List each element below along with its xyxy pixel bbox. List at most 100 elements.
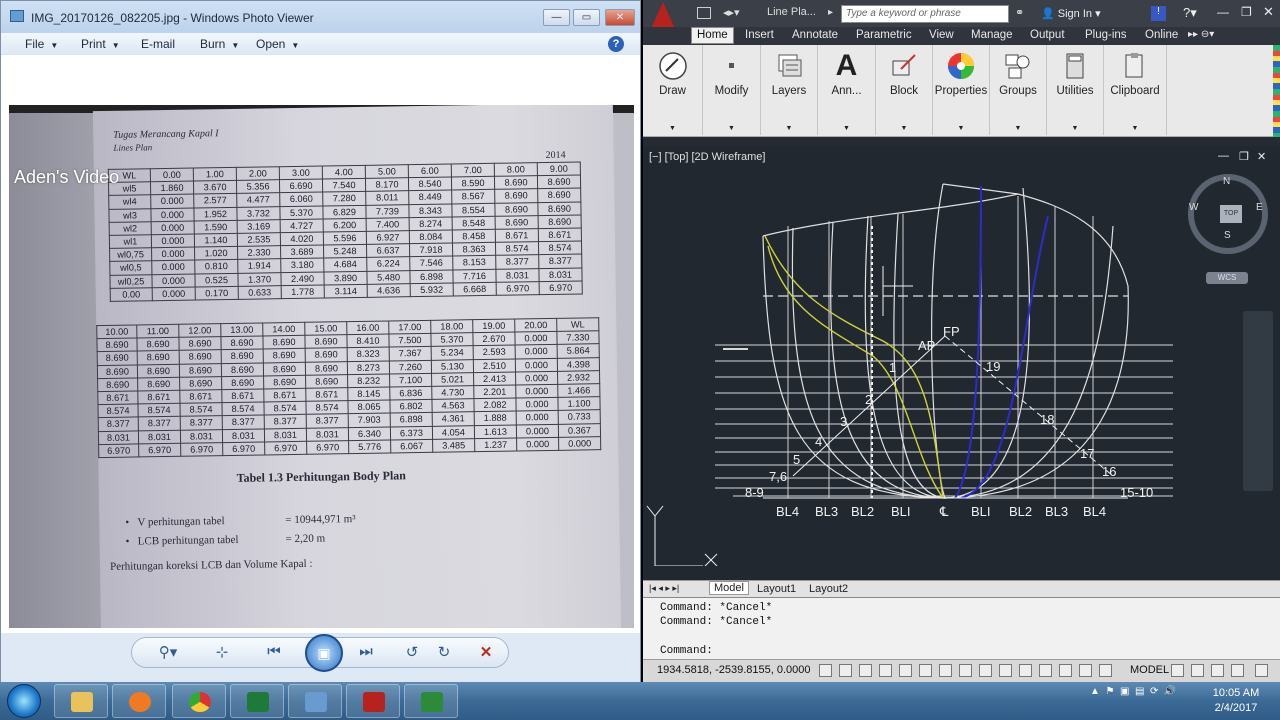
tab-annotate[interactable]: Annotate [792, 29, 838, 41]
menu-open[interactable]: Open ▼ [256, 37, 299, 51]
table-cell: 4.054 [432, 425, 475, 440]
clean-screen-icon[interactable] [1255, 664, 1268, 677]
panel-properties[interactable]: Properties ▼ [933, 45, 990, 135]
table-cell: 8.377 [538, 254, 582, 269]
table-cell: 2.670 [472, 332, 516, 347]
viewport-close-icon[interactable]: ✕ [1257, 150, 1266, 163]
close-button[interactable]: ✕ [605, 9, 635, 26]
rotate-right-icon[interactable]: ↻ [432, 643, 456, 661]
open-file-icon[interactable] [697, 7, 711, 19]
panel-utilities[interactable]: Utilities ▼ [1047, 45, 1104, 135]
exchange-icon[interactable]: ! [1151, 6, 1166, 21]
maximize-button[interactable]: ▭ [573, 9, 600, 26]
tab-model[interactable]: Model [709, 581, 749, 595]
menu-print[interactable]: Print ▼ [81, 37, 120, 51]
tab-navigation-icons[interactable]: |◂ ◂ ▸ ▸| [649, 583, 679, 594]
snap-icon[interactable] [819, 664, 832, 677]
tab-plugins[interactable]: Plug-ins [1085, 29, 1127, 41]
ducs-icon[interactable] [939, 664, 952, 677]
restore-button[interactable]: ❐ [1241, 5, 1252, 19]
viewport-restore-icon[interactable]: ❐ [1239, 150, 1249, 163]
menu-file[interactable]: File ▼ [25, 37, 58, 51]
close-button[interactable]: ✕ [1263, 4, 1274, 20]
command-input[interactable]: Command: [660, 645, 1260, 657]
panel-layers[interactable]: Layers ▼ [761, 45, 818, 135]
minimize-button[interactable]: — [1217, 5, 1229, 19]
quick-properties-icon[interactable] [1019, 664, 1032, 677]
viewport-label[interactable]: [−] [Top] [2D Wireframe] [649, 151, 765, 163]
panel-modify[interactable]: Modify ▼ [703, 45, 761, 135]
taskbar-photo-viewer[interactable] [288, 684, 342, 718]
table-cell: 20.00 [514, 318, 557, 333]
annotation-scale-icon[interactable] [1191, 664, 1204, 677]
taskbar-explorer[interactable] [54, 684, 108, 718]
panel-block[interactable]: Block ▼ [876, 45, 933, 135]
panel-draw[interactable]: Draw ▼ [643, 45, 703, 135]
tab-output[interactable]: Output [1030, 29, 1065, 41]
quick-view-icon[interactable] [1171, 664, 1184, 677]
menu-burn[interactable]: Burn ▼ [200, 37, 239, 51]
lock-icon[interactable] [1231, 664, 1244, 677]
panel-groups[interactable]: Groups ▼ [990, 45, 1047, 135]
table-cell: 5.370 [430, 332, 474, 347]
taskbar-chrome[interactable] [172, 684, 226, 718]
start-button[interactable] [7, 684, 41, 718]
sign-in-link[interactable]: 👤 Sign In ▾ [1041, 7, 1101, 20]
actual-size-icon[interactable]: ⊹ [210, 643, 234, 661]
menu-email[interactable]: E-mail [141, 37, 175, 51]
delete-icon[interactable]: ✕ [474, 643, 498, 661]
previous-icon[interactable]: ⏮ [262, 643, 286, 660]
tab-manage[interactable]: Manage [971, 29, 1013, 41]
ortho-icon[interactable] [859, 664, 872, 677]
osnap-icon[interactable] [899, 664, 912, 677]
annotation-monitor-icon[interactable] [1059, 664, 1072, 677]
workspace-icon[interactable] [1211, 664, 1224, 677]
units-icon[interactable] [1079, 664, 1092, 677]
model-space-toggle[interactable]: MODEL [1130, 664, 1169, 676]
quick-access-arrow-icon[interactable]: ◂▸▾ [723, 6, 740, 19]
dyn-icon[interactable] [959, 664, 972, 677]
tab-insert[interactable]: Insert [745, 29, 774, 41]
table-cell: 8.690 [96, 338, 138, 352]
polar-icon[interactable] [879, 664, 892, 677]
tab-online[interactable]: Online [1145, 29, 1178, 41]
transparency-icon[interactable] [999, 664, 1012, 677]
tab-view[interactable]: View [929, 29, 954, 41]
grid-icon[interactable] [839, 664, 852, 677]
drawing-viewport[interactable]: [−] [Top] [2D Wireframe] — ❐ ✕ TOP N S E… [643, 146, 1280, 580]
taskbar-media-player[interactable] [112, 684, 166, 718]
binoculars-icon[interactable]: ⚭ [1015, 6, 1024, 19]
slideshow-button[interactable]: ▣ [305, 634, 343, 672]
isolate-icon[interactable] [1099, 664, 1112, 677]
drawing-text: FP AP 1 2 3 4 5 7,6 8-9 19 18 17 16 15-1… [745, 324, 1153, 519]
table-cell: 6.970 [138, 442, 181, 457]
navigation-bar[interactable] [1243, 311, 1273, 491]
minimize-button[interactable]: — [543, 9, 570, 26]
taskbar-app[interactable] [404, 684, 458, 718]
panel-clipboard[interactable]: Clipboard ▼ [1104, 45, 1167, 135]
zoom-icon[interactable]: ⚲▾ [156, 643, 180, 661]
otrack-icon[interactable] [919, 664, 932, 677]
help-icon[interactable]: ?▾ [1183, 5, 1197, 21]
help-icon[interactable]: ? [608, 36, 624, 52]
viewport-minimize-icon[interactable]: — [1218, 150, 1229, 162]
next-icon[interactable]: ⏭ [354, 643, 378, 660]
selection-cycling-icon[interactable] [1039, 664, 1052, 677]
clock[interactable]: 10:05 AM 2/4/2017 [1208, 686, 1264, 716]
rotate-left-icon[interactable]: ↺ [400, 643, 424, 661]
taskbar-excel[interactable] [230, 684, 284, 718]
tab-layout2[interactable]: Layout2 [809, 583, 848, 595]
tab-parametric[interactable]: Parametric [856, 29, 912, 41]
table-cell: 4.00 [322, 165, 366, 180]
title-arrow-icon[interactable]: ▸ [828, 7, 833, 18]
taskbar-autocad[interactable] [346, 684, 400, 718]
more-tabs-icon[interactable]: ▸▸ ⊖▾ [1188, 29, 1214, 40]
search-input[interactable]: Type a keyword or phrase [841, 5, 1009, 23]
system-tray[interactable]: ▲ ⚑ ▣ ▤ ⟳ 🔊 [1090, 686, 1176, 697]
lineweight-icon[interactable] [979, 664, 992, 677]
table-cell: 8.377 [495, 254, 539, 269]
panel-annotation[interactable]: A Ann... ▼ [818, 45, 876, 135]
coordinates-readout[interactable]: 1934.5818, -2539.8155, 0.0000 [657, 664, 811, 676]
tab-home[interactable]: Home [691, 27, 734, 44]
tab-layout1[interactable]: Layout1 [757, 583, 796, 595]
